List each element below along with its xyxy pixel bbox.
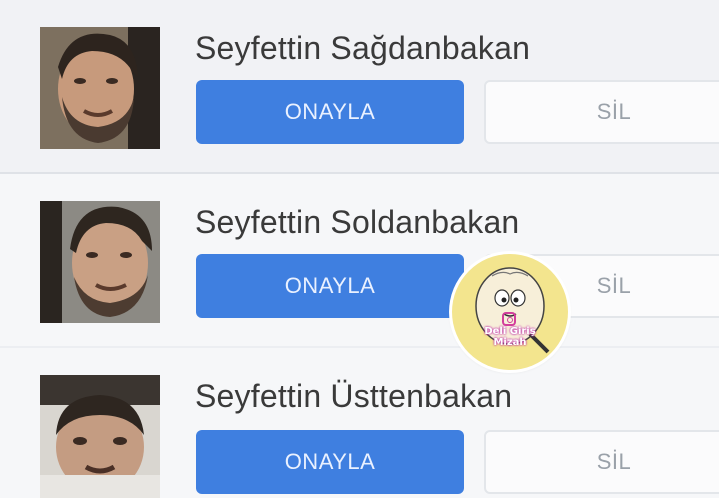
friend-request-list: Seyfettin Sağdanbakan ONAYLA SİL Seyfett… (0, 0, 719, 498)
avatar[interactable] (40, 201, 160, 323)
approve-button[interactable]: ONAYLA (196, 254, 464, 318)
request-name: Seyfettin Soldanbakan (195, 204, 520, 240)
delete-button[interactable]: SİL (484, 80, 719, 144)
watermark-text: Deli Giriş Mizah (484, 326, 536, 348)
request-name: Seyfettin Üsttenbakan (195, 378, 513, 414)
avatar[interactable] (40, 375, 160, 498)
avatar[interactable] (40, 27, 160, 149)
approve-button[interactable]: ONAYLA (196, 430, 464, 494)
friend-request-row: Seyfettin Sağdanbakan ONAYLA SİL (0, 0, 719, 174)
avatar-photo (40, 201, 160, 323)
friend-request-row: Seyfettin Soldanbakan ONAYLA SİL (0, 174, 719, 346)
delete-button[interactable]: SİL (484, 430, 719, 494)
avatar-photo (40, 375, 160, 498)
approve-button[interactable]: ONAYLA (196, 80, 464, 144)
camera-icon (502, 312, 516, 326)
avatar-photo (40, 27, 160, 149)
request-name: Seyfettin Sağdanbakan (195, 30, 531, 66)
watermark-sticker: Deli Giriş Mizah (452, 254, 568, 370)
friend-request-row: Seyfettin Üsttenbakan ONAYLA SİL (0, 348, 719, 498)
